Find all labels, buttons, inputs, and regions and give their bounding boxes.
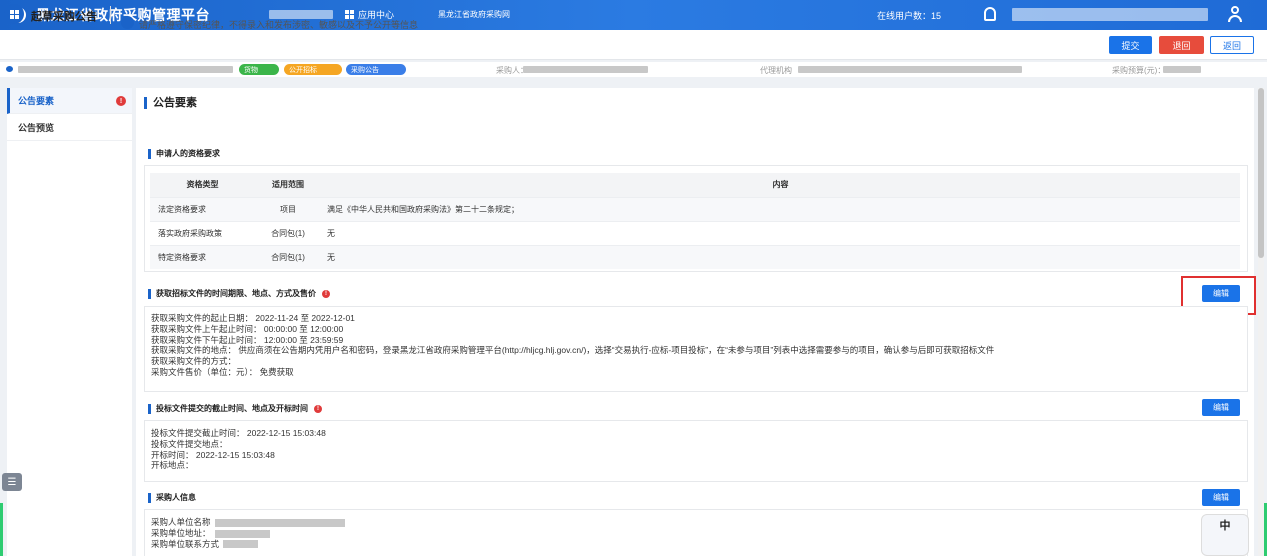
purchaser-info-title-text: 采购人信息 bbox=[156, 493, 196, 502]
section-main-title: 公告要素 bbox=[144, 97, 197, 109]
detail-line: 投标文件提交截止时间： 2022-12-15 15:03:48 bbox=[151, 428, 326, 438]
table-header: 资格类型 适用范围 内容 bbox=[150, 173, 1240, 197]
table-row: 落实政府采购政策 合同包(1) 无 bbox=[150, 220, 1240, 245]
edge-decoration bbox=[0, 503, 3, 556]
detail-line: 获取采购文件的方式： bbox=[151, 356, 237, 367]
redacted-value bbox=[223, 540, 259, 549]
cell-content: 满足《中华人民共和国政府采购法》第二十二条规定； bbox=[321, 196, 1240, 221]
col-type: 资格类型 bbox=[150, 173, 255, 197]
platform-link[interactable]: 黑龙江省政府采购网 bbox=[438, 9, 510, 20]
sidebar-item-elements[interactable]: 公告要素 ! bbox=[7, 88, 132, 114]
user-icon[interactable] bbox=[1228, 6, 1242, 22]
bid-submit-title: 投标文件提交的截止时间、地点及开标时间 ! bbox=[148, 404, 322, 414]
cell-type: 法定资格要求 bbox=[150, 196, 255, 221]
table-row: 特定资格要求 合同包(1) 无 bbox=[150, 244, 1240, 269]
sidebar: 公告要素 ! 公告预览 bbox=[7, 88, 132, 556]
table-row: 法定资格要求 项目 满足《中华人民共和国政府采购法》第二十二条规定； bbox=[150, 196, 1240, 221]
qualification-title: 申请人的资格要求 bbox=[148, 149, 220, 159]
tag-open-tender: 公开招标 bbox=[284, 64, 342, 75]
cell-type: 特定资格要求 bbox=[150, 244, 255, 269]
warning-icon: ! bbox=[322, 290, 330, 298]
assistant-label: 中 bbox=[1219, 520, 1231, 532]
detail-line: 开标时间： 2022-12-15 15:03:48 bbox=[151, 449, 275, 460]
obtain-doc-title: 获取招标文件的时间期限、地点、方式及售价 ! bbox=[148, 289, 330, 299]
detail-line: 获取采购文件下午起止时间： 12:00:00 至 23:59:59 bbox=[151, 334, 344, 345]
detail-line: 获取采购文件的地点： 供应商须在公告期内凭用户名和密码，登录黑龙江省政府采购管理… bbox=[151, 345, 995, 356]
detail-line: 采购文件售价（单位：元）： 免费获取 bbox=[151, 366, 294, 377]
bell-icon[interactable] bbox=[984, 7, 996, 21]
detail-label: 采购单位地址： bbox=[151, 527, 211, 538]
agency-label: 代理机构 bbox=[760, 66, 792, 75]
purchaser-info-title: 采购人信息 bbox=[148, 493, 196, 503]
redacted-project-name bbox=[18, 66, 233, 73]
info-icon bbox=[121, 16, 134, 29]
cell-scope: 合同包(1) bbox=[255, 220, 321, 245]
qualification-table: 资格类型 适用范围 内容 法定资格要求 项目 满足《中华人民共和国政府采购法》第… bbox=[150, 173, 1240, 269]
assistant-widget[interactable]: 中 bbox=[1201, 514, 1249, 556]
detail-line: 投标文件提交地点： bbox=[151, 438, 228, 449]
bid-submit-title-text: 投标文件提交的截止时间、地点及开标时间 bbox=[156, 404, 308, 413]
detail-label: 采购人单位名称 bbox=[151, 517, 211, 527]
back-button[interactable]: 退回 bbox=[1159, 36, 1204, 54]
page-title: 起草采购公告 bbox=[31, 11, 97, 23]
qualification-title-text: 申请人的资格要求 bbox=[156, 149, 220, 158]
return-button[interactable]: 返回 bbox=[1210, 36, 1254, 54]
redacted-user bbox=[1012, 8, 1208, 21]
warning-icon: ! bbox=[116, 96, 126, 106]
menu-icon[interactable] bbox=[4, 4, 24, 24]
security-notice: 请严格遵守保密纪律，不得录入和发布涉密、敏感以及不予公开等信息 bbox=[139, 20, 419, 30]
cell-type: 落实政府采购政策 bbox=[150, 220, 255, 245]
cell-scope: 项目 bbox=[255, 196, 321, 221]
detail-line: 采购单位地址： bbox=[151, 528, 345, 539]
detail-line: 采购人单位名称 bbox=[151, 517, 345, 528]
detail-label: 采购单位联系方式 bbox=[151, 538, 220, 549]
redacted-value bbox=[214, 529, 270, 538]
scrollbar-thumb[interactable] bbox=[1258, 88, 1264, 258]
divider bbox=[110, 6, 111, 24]
detail-line: 采购单位联系方式 bbox=[151, 539, 345, 550]
tag-announcement: 采购公告 bbox=[346, 64, 406, 75]
obtain-doc-details: 获取采购文件的起止日期： 2022-11-24 至 2022-12-01 获取采… bbox=[151, 313, 994, 378]
redacted-purchaser bbox=[523, 66, 648, 73]
warning-icon: ! bbox=[314, 405, 322, 413]
list-toggle-icon[interactable]: ☰ bbox=[2, 473, 22, 491]
col-content: 内容 bbox=[321, 173, 1240, 197]
detail-line: 开标地点： bbox=[151, 460, 194, 471]
detail-line: 获取采购文件上午起止时间： 00:00:00 至 12:00:00 bbox=[151, 323, 344, 334]
redacted-budget bbox=[1163, 66, 1201, 73]
online-users: 在线用户数：15 bbox=[877, 11, 942, 21]
edit-purchaser-info-button[interactable]: 编辑 bbox=[1202, 489, 1240, 506]
tag-goods: 货物 bbox=[239, 64, 279, 75]
detail-line: 获取采购文件的起止日期： 2022-11-24 至 2022-12-01 bbox=[151, 313, 355, 323]
budget-label: 采购预算(元)： bbox=[1112, 66, 1166, 75]
edit-bid-submit-button[interactable]: 编辑 bbox=[1202, 399, 1240, 416]
cell-content: 无 bbox=[321, 220, 1240, 245]
bid-submit-details: 投标文件提交截止时间： 2022-12-15 15:03:48 投标文件提交地点… bbox=[151, 428, 326, 471]
obtain-doc-title-text: 获取招标文件的时间期限、地点、方式及售价 bbox=[156, 289, 316, 298]
redacted-agency bbox=[798, 66, 1022, 73]
sidebar-item-label: 公告要素 bbox=[18, 96, 55, 106]
col-scope: 适用范围 bbox=[255, 173, 321, 197]
cell-content: 无 bbox=[321, 244, 1240, 269]
sidebar-item-label: 公告预览 bbox=[18, 123, 55, 133]
purchaser-info-details: 采购人单位名称 采购单位地址： 采购单位联系方式 bbox=[151, 517, 345, 549]
redacted-value bbox=[214, 518, 345, 527]
page-header bbox=[0, 30, 1267, 60]
sidebar-item-preview[interactable]: 公告预览 bbox=[7, 115, 132, 141]
info-dot-icon bbox=[6, 66, 13, 72]
cell-scope: 合同包(1) bbox=[255, 244, 321, 269]
submit-button[interactable]: 提交 bbox=[1109, 36, 1152, 54]
